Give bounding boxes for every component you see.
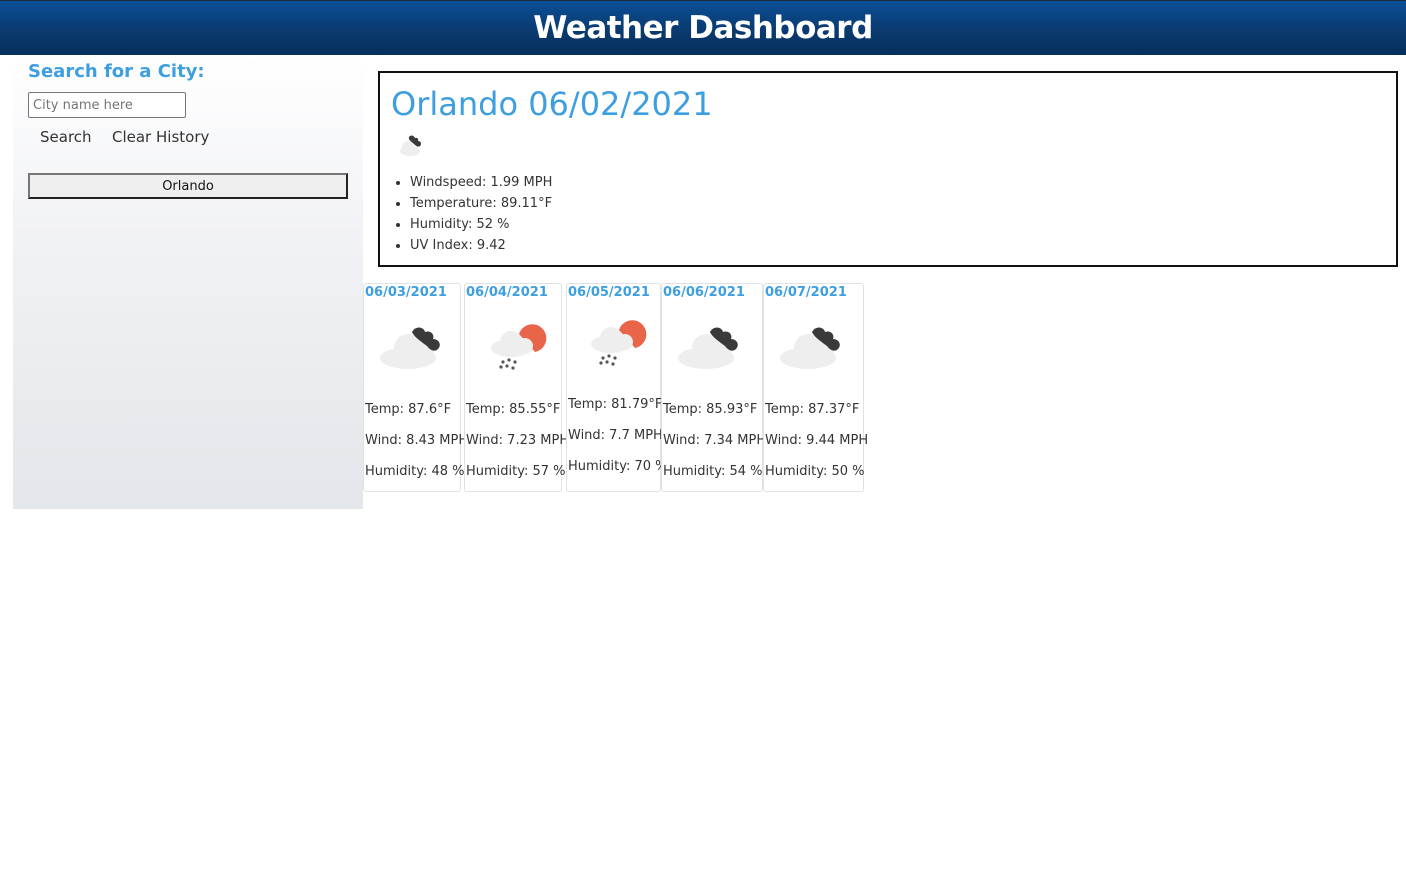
- forecast-wind: Wind: 7.34 MPH: [663, 433, 767, 448]
- broken-clouds-icon: [378, 322, 452, 376]
- rain-sun-icon: [487, 322, 547, 378]
- history-item-orlando[interactable]: Orlando: [28, 173, 348, 199]
- current-uv-index: UV Index: 9.42: [410, 235, 552, 256]
- search-button[interactable]: Search: [40, 128, 92, 146]
- current-humidity: Humidity: 52 %: [410, 214, 552, 235]
- forecast-humidity: Humidity: 70 %: [568, 459, 668, 474]
- forecast-wind: Wind: 7.23 MPH: [466, 433, 570, 448]
- broken-clouds-icon: [778, 322, 852, 376]
- forecast-card: 06/06/2021 Temp: 85.93°F Wind: 7.34 MPH …: [661, 283, 767, 492]
- forecast-humidity: Humidity: 48 %: [365, 464, 465, 479]
- forecast-temp: Temp: 87.37°F: [765, 402, 860, 417]
- current-temperature: Temperature: 89.11°F: [410, 193, 552, 214]
- forecast-temp: Temp: 85.55°F: [466, 402, 561, 417]
- forecast-humidity: Humidity: 54 %: [663, 464, 763, 479]
- forecast-card: 06/03/2021 Temp: 87.6°F Wind: 8.43 MPH H…: [363, 283, 468, 492]
- forecast-date: 06/03/2021: [365, 285, 447, 300]
- forecast-wind: Wind: 7.7 MPH: [568, 428, 663, 443]
- forecast-card: 06/05/2021 Temp: 81.79°F Wind: 7.7 MPH H…: [566, 283, 668, 492]
- forecast-temp: Temp: 85.93°F: [663, 402, 758, 417]
- page-title: Weather Dashboard: [533, 10, 873, 46]
- forecast-temp: Temp: 81.79°F: [568, 397, 663, 412]
- forecast-card: 06/04/2021 Temp: 85.55°F Wind: 7.23 MPH …: [464, 283, 569, 492]
- forecast-card: 06/07/2021 Temp: 87.37°F Wind: 9.44 MPH …: [763, 283, 868, 492]
- forecast-date: 06/04/2021: [466, 285, 548, 300]
- current-details-list: Windspeed: 1.99 MPH Temperature: 89.11°F…: [380, 172, 552, 256]
- search-heading: Search for a City:: [28, 61, 205, 82]
- clear-history-button[interactable]: Clear History: [112, 128, 209, 146]
- forecast-humidity: Humidity: 50 %: [765, 464, 865, 479]
- forecast-date: 06/07/2021: [765, 285, 847, 300]
- search-sidebar: Search for a City: Search Clear History …: [13, 55, 363, 509]
- forecast-date: 06/06/2021: [663, 285, 745, 300]
- rain-sun-icon: [587, 318, 647, 374]
- forecast-wind: Wind: 8.43 MPH: [365, 433, 469, 448]
- forecast-date: 06/05/2021: [568, 285, 650, 300]
- broken-clouds-icon: [676, 322, 750, 376]
- city-search-input[interactable]: [28, 92, 186, 118]
- forecast-humidity: Humidity: 57 %: [466, 464, 566, 479]
- current-windspeed: Windspeed: 1.99 MPH: [410, 172, 552, 193]
- current-city-date: Orlando 06/02/2021: [391, 85, 713, 123]
- current-weather-card: Orlando 06/02/2021 Windspeed: 1.99 MPH T…: [378, 71, 1398, 267]
- broken-clouds-icon: [396, 131, 432, 165]
- app-header: Weather Dashboard: [0, 0, 1406, 55]
- forecast-wind: Wind: 9.44 MPH: [765, 433, 869, 448]
- forecast-temp: Temp: 87.6°F: [365, 402, 452, 417]
